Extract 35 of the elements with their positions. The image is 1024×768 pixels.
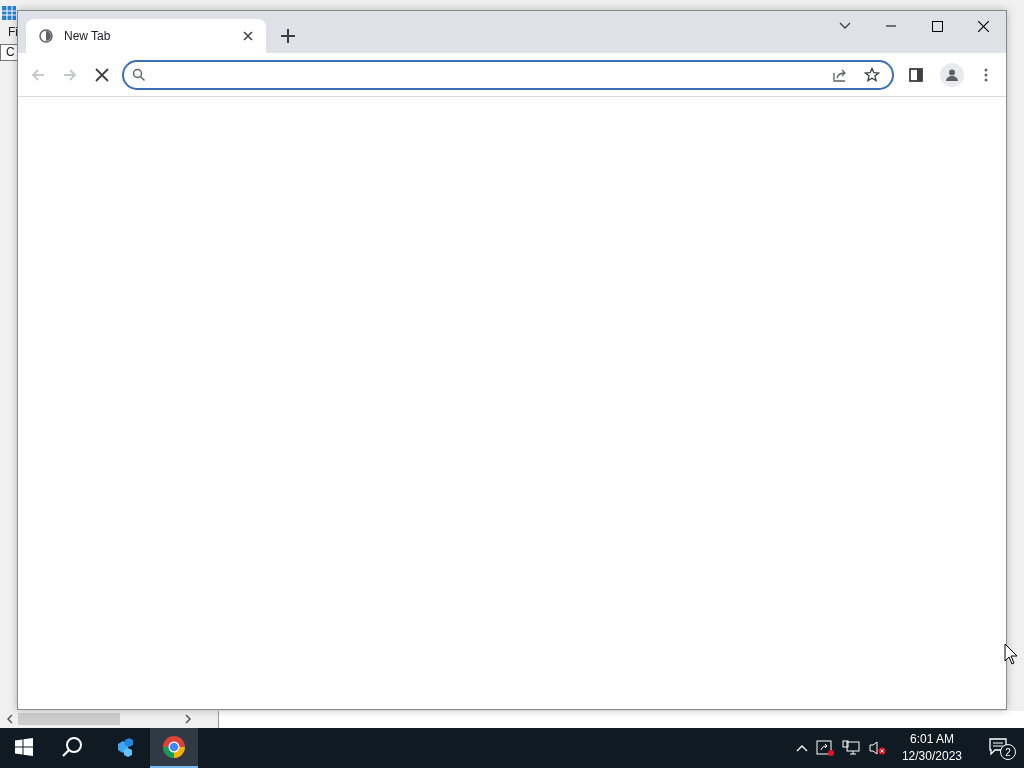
- star-icon: [864, 66, 880, 83]
- taskbar-app[interactable]: [150, 728, 198, 768]
- speaker-muted-icon: [867, 740, 886, 756]
- time-text: 6:01 AM: [909, 731, 954, 748]
- chevron-down-icon: [839, 22, 851, 30]
- stop-icon: [95, 67, 109, 82]
- date-text: 12/30/2023: [901, 748, 962, 765]
- search-icon: [61, 736, 83, 758]
- message-icon: [989, 738, 1007, 756]
- scroll-left-icon: [6, 714, 14, 724]
- search-icon: [132, 67, 146, 82]
- address-bar[interactable]: [122, 59, 894, 90]
- close-icon: [243, 31, 253, 41]
- browser-tab[interactable]: New Tab: [26, 19, 266, 53]
- menu-item[interactable]: Fi: [8, 25, 18, 39]
- person-icon: [945, 67, 959, 82]
- windows-logo-icon: [15, 738, 33, 756]
- forward-arrow-icon: [62, 66, 78, 83]
- maximize-icon: [931, 20, 943, 32]
- profile-button[interactable]: [938, 62, 966, 87]
- clock[interactable]: 6:01 AM 12/30/2023: [893, 731, 970, 765]
- side-panel-icon: [909, 67, 923, 82]
- network-icon: [841, 740, 860, 756]
- sync-icon: [815, 740, 834, 756]
- globe-icon: [38, 28, 54, 44]
- plus-icon: [281, 29, 295, 43]
- close-icon: [977, 20, 989, 32]
- back-arrow-icon: [30, 66, 46, 83]
- address-field[interactable]: C: [0, 44, 17, 61]
- chevron-up-icon: [795, 744, 808, 752]
- browser-logo-icon: [162, 735, 186, 759]
- minimize-icon: [886, 25, 896, 27]
- menu-icon: [984, 67, 988, 82]
- scroll-right-icon: [184, 714, 192, 724]
- notifications-button[interactable]: 2: [978, 728, 1018, 768]
